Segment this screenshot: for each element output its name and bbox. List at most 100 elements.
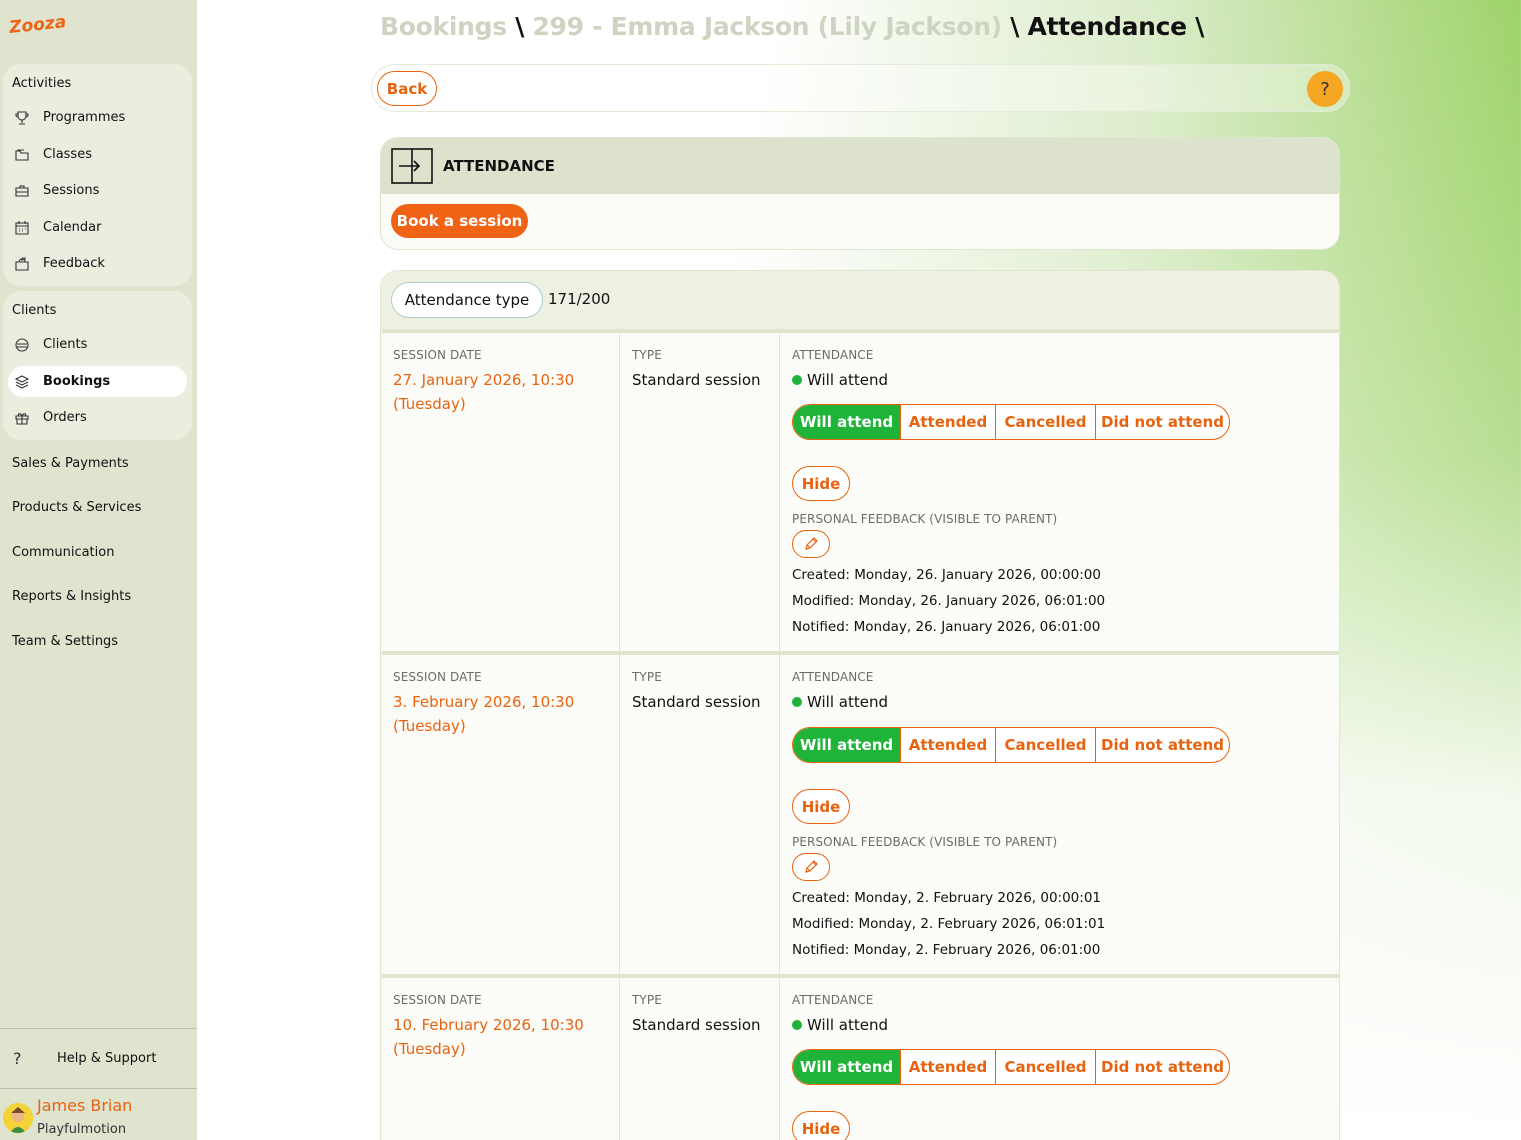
clients-group: Clients Clients Bookings Orders xyxy=(3,291,192,440)
sidebar-item-label: Sessions xyxy=(43,183,100,198)
did-not-attend-button[interactable]: Did not attend xyxy=(1095,1050,1229,1084)
user-name[interactable]: James Brian xyxy=(37,1096,132,1115)
sidebar: Zooza Activities Programmes Classes Sess… xyxy=(0,0,197,1140)
table-row: SESSION DATE 10. February 2026, 10:30 (T… xyxy=(382,974,1339,1140)
session-date-line: 27. January 2026, 10:30 xyxy=(393,371,575,389)
sidebar-item-orders[interactable]: Orders xyxy=(8,402,187,433)
type-cell: TYPE Standard session xyxy=(621,333,780,651)
status-dot-icon xyxy=(792,1020,802,1030)
sidebar-item-sales-payments[interactable]: Sales & Payments xyxy=(12,456,129,471)
cancelled-button[interactable]: Cancelled xyxy=(995,405,1095,439)
folder-icon xyxy=(15,148,29,161)
notified-timestamp: Notified: Monday, 2. February 2026, 06:0… xyxy=(792,942,1101,958)
breadcrumb-separator: \ xyxy=(1010,12,1020,41)
sidebar-item-sessions[interactable]: Sessions xyxy=(8,175,187,206)
user-org: Playfulmotion xyxy=(37,1122,127,1137)
hide-button[interactable]: Hide xyxy=(792,1111,850,1140)
sidebar-item-reports-insights[interactable]: Reports & Insights xyxy=(12,589,131,604)
attendance-type-filter[interactable]: Attendance type xyxy=(391,282,543,318)
zooza-logo[interactable]: Zooza xyxy=(8,8,68,38)
created-timestamp: Created: Monday, 2. February 2026, 00:00… xyxy=(792,890,1101,906)
sidebar-item-label: Classes xyxy=(43,147,92,162)
session-date-cell: SESSION DATE 27. January 2026, 10:30 (Tu… xyxy=(382,333,620,651)
session-date-value[interactable]: 10. February 2026, 10:30 (Tuesday) xyxy=(393,1013,584,1061)
attendance-cell: ATTENDANCE Will attend Will attend Atten… xyxy=(781,333,1339,651)
sidebar-item-label: Bookings xyxy=(43,374,111,389)
attended-button[interactable]: Attended xyxy=(900,405,995,439)
attendance-label: ATTENDANCE xyxy=(792,993,874,1007)
cancelled-button[interactable]: Cancelled xyxy=(995,1050,1095,1084)
activities-group: Activities Programmes Classes Sessions C… xyxy=(3,64,192,286)
back-button[interactable]: Back xyxy=(377,71,437,106)
attended-button[interactable]: Attended xyxy=(900,728,995,762)
sidebar-item-calendar[interactable]: Calendar xyxy=(8,212,187,243)
sidebar-item-bookings[interactable]: Bookings xyxy=(8,366,187,397)
sidebar-item-clients[interactable]: Clients xyxy=(8,329,187,360)
attendance-card-title: ATTENDANCE xyxy=(443,157,555,175)
will-attend-button[interactable]: Will attend xyxy=(793,1050,900,1084)
sidebar-item-label: Feedback xyxy=(43,256,105,271)
type-value: Standard session xyxy=(632,693,761,711)
did-not-attend-button[interactable]: Did not attend xyxy=(1095,728,1229,762)
session-date-label: SESSION DATE xyxy=(393,348,482,362)
hide-button[interactable]: Hide xyxy=(792,466,850,501)
attendance-label: ATTENDANCE xyxy=(792,670,874,684)
modified-timestamp: Modified: Monday, 2. February 2026, 06:0… xyxy=(792,916,1106,932)
will-attend-button[interactable]: Will attend xyxy=(793,405,900,439)
sidebar-item-feedback[interactable]: Feedback xyxy=(8,248,187,279)
status-badge: Will attend xyxy=(792,1016,888,1034)
sidebar-item-products-services[interactable]: Products & Services xyxy=(12,500,141,515)
activities-title: Activities xyxy=(12,76,72,91)
breadcrumb-current: Attendance xyxy=(1027,12,1187,41)
will-attend-button[interactable]: Will attend xyxy=(793,728,900,762)
help-button[interactable]: ? xyxy=(1307,71,1343,107)
session-date-value[interactable]: 3. February 2026, 10:30 (Tuesday) xyxy=(393,690,574,738)
briefcase-icon xyxy=(15,184,29,197)
layers-icon xyxy=(14,374,30,389)
type-cell: TYPE Standard session xyxy=(621,655,780,974)
sidebar-item-communication[interactable]: Communication xyxy=(12,545,114,560)
avatar[interactable] xyxy=(3,1103,33,1133)
question-icon: ? xyxy=(13,1049,22,1068)
breadcrumb-bookings[interactable]: Bookings xyxy=(380,12,507,41)
toolbar: Back ? xyxy=(371,64,1350,112)
help-support-link[interactable]: ? Help & Support xyxy=(13,1049,156,1068)
session-date-label: SESSION DATE xyxy=(393,670,482,684)
cancelled-button[interactable]: Cancelled xyxy=(995,728,1095,762)
clients-title: Clients xyxy=(12,303,57,318)
hide-button[interactable]: Hide xyxy=(792,789,850,824)
sidebar-item-team-settings[interactable]: Team & Settings xyxy=(12,634,118,649)
modified-timestamp: Modified: Monday, 26. January 2026, 06:0… xyxy=(792,593,1106,609)
attendance-card: ATTENDANCE Book a session xyxy=(380,137,1340,250)
breadcrumb-booking[interactable]: 299 - Emma Jackson (Lily Jackson) xyxy=(532,12,1002,41)
main-content: Bookings \ 299 - Emma Jackson (Lily Jack… xyxy=(197,0,1521,1140)
sidebar-item-label: Programmes xyxy=(43,110,126,125)
type-value: Standard session xyxy=(632,371,761,389)
pencil-icon xyxy=(805,860,818,873)
table-row: SESSION DATE 27. January 2026, 10:30 (Tu… xyxy=(382,329,1339,651)
did-not-attend-button[interactable]: Did not attend xyxy=(1095,405,1229,439)
personal-feedback-label: PERSONAL FEEDBACK (VISIBLE TO PARENT) xyxy=(792,512,1058,526)
notified-timestamp: Notified: Monday, 26. January 2026, 06:0… xyxy=(792,619,1101,635)
breadcrumb-separator: \ xyxy=(1195,12,1205,41)
gift-icon xyxy=(15,412,29,425)
status-badge: Will attend xyxy=(792,371,888,389)
attendance-list-header: Attendance type 171/200 xyxy=(381,271,1339,329)
attended-button[interactable]: Attended xyxy=(900,1050,995,1084)
session-date-line: 3. February 2026, 10:30 xyxy=(393,693,575,711)
session-date-value[interactable]: 27. January 2026, 10:30 (Tuesday) xyxy=(393,368,574,416)
edit-feedback-button[interactable] xyxy=(792,853,830,881)
session-date-label: SESSION DATE xyxy=(393,993,482,1007)
book-session-button[interactable]: Book a session xyxy=(391,204,528,238)
sidebar-item-classes[interactable]: Classes xyxy=(8,139,187,170)
status-badge: Will attend xyxy=(792,693,888,711)
door-enter-icon xyxy=(391,148,433,184)
attendance-list: Attendance type 171/200 SESSION DATE 27.… xyxy=(380,270,1340,1140)
mailbox-icon xyxy=(15,256,29,271)
help-support-label: Help & Support xyxy=(57,1051,157,1066)
edit-feedback-button[interactable] xyxy=(792,530,830,558)
type-label: TYPE xyxy=(632,348,662,362)
attendance-label: ATTENDANCE xyxy=(792,348,874,362)
sidebar-item-programmes[interactable]: Programmes xyxy=(8,102,187,133)
status-text: Will attend xyxy=(807,1016,888,1034)
